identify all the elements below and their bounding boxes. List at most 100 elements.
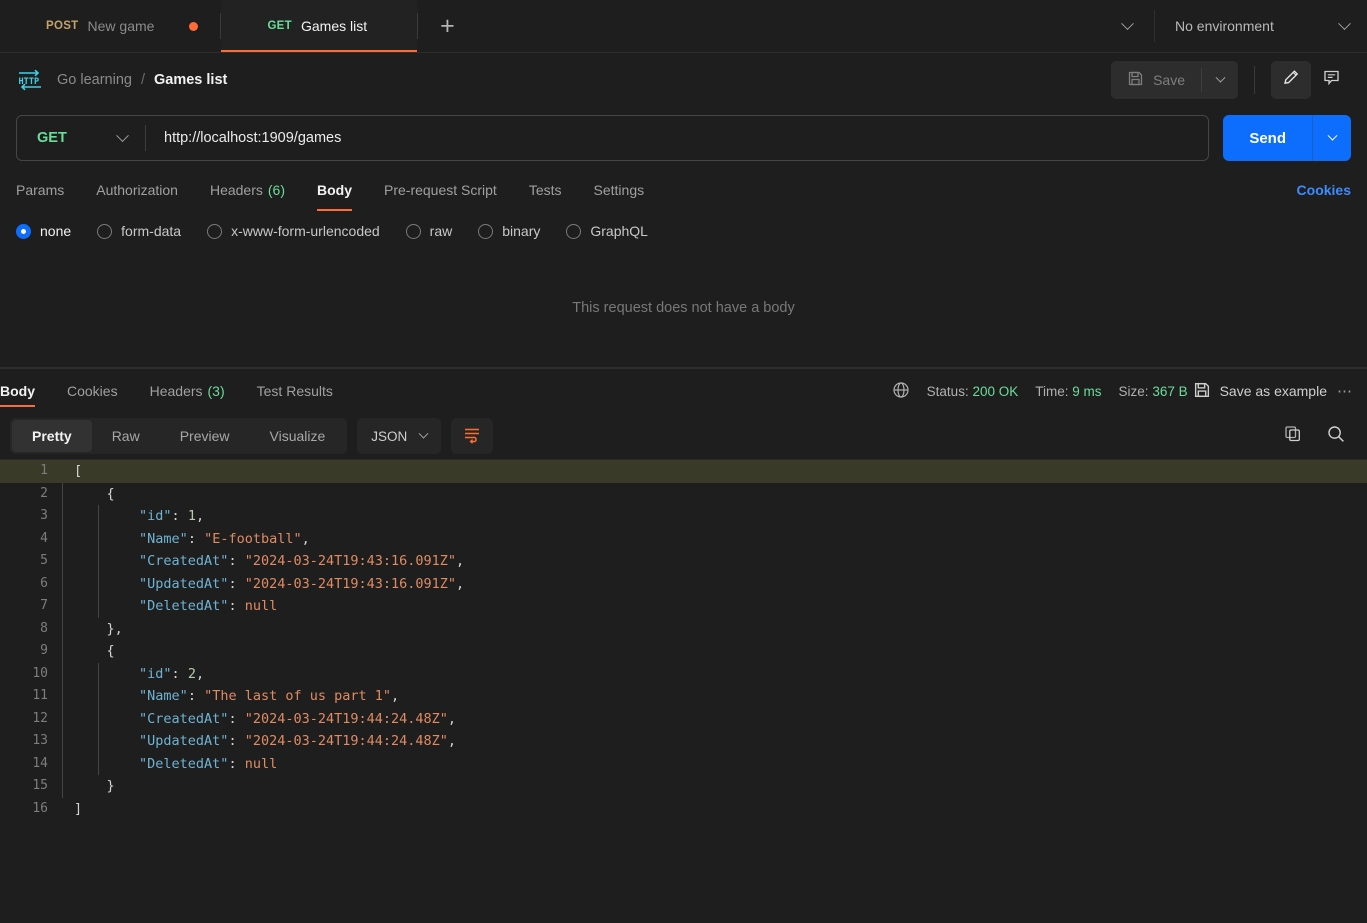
- new-tab-button[interactable]: +: [418, 0, 476, 52]
- request-tab-new-game[interactable]: POST New game: [0, 0, 220, 52]
- code-line-content: "UpdatedAt": "2024-03-24T19:44:24.48Z",: [62, 730, 1367, 753]
- cookies-link[interactable]: Cookies: [1297, 182, 1351, 198]
- code-token: ,: [391, 688, 400, 704]
- response-tab-body[interactable]: Body: [0, 369, 51, 413]
- body-type-radio-none[interactable]: none: [16, 223, 71, 239]
- code-token: :: [187, 530, 205, 547]
- tabstrip-right-controls: No environment: [1100, 0, 1367, 52]
- response-tab-test-results[interactable]: Test Results: [241, 369, 349, 413]
- send-button[interactable]: Send: [1223, 115, 1312, 161]
- code-line-content: "UpdatedAt": "2024-03-24T19:43:16.091Z",: [62, 572, 1367, 595]
- globe-icon: [892, 381, 910, 402]
- body-type-radio-form-data[interactable]: form-data: [97, 223, 181, 239]
- url-input[interactable]: http://localhost:1909/games: [146, 116, 1208, 160]
- request-tab-tests[interactable]: Tests: [513, 169, 578, 211]
- request-tab-games-list[interactable]: GET Games list: [221, 0, 418, 52]
- request-tab-authorization[interactable]: Authorization: [80, 169, 194, 211]
- code-token: ,: [301, 530, 310, 547]
- indent-guide: [62, 730, 63, 753]
- json-code-block: 1[2 {3 "id": 1, 4 "Name": "E-football", 5 …: [0, 460, 1367, 820]
- save-button[interactable]: Save: [1111, 61, 1201, 99]
- code-line-content: ]: [62, 798, 1367, 821]
- comments-button[interactable]: [1311, 61, 1351, 99]
- line-number: 1: [40, 463, 48, 478]
- svg-text:HTTP: HTTP: [19, 77, 40, 87]
- line-number: 15: [32, 778, 48, 793]
- body-type-radio-GraphQL[interactable]: GraphQL: [566, 223, 648, 239]
- breadcrumb-row: HTTP Go learning / Games list Save: [0, 53, 1367, 107]
- unsaved-changes-dot: [189, 21, 199, 31]
- response-body-viewer[interactable]: 1[2 {3 "id": 1, 4 "Name": "E-football", 5 …: [0, 459, 1367, 833]
- code-line: 14 "DeletedAt": null: [0, 752, 1367, 775]
- request-tab-settings[interactable]: Settings: [578, 169, 661, 211]
- divider: [1254, 66, 1255, 94]
- body-type-radio-x-www-form-urlencoded[interactable]: x-www-form-urlencoded: [207, 223, 380, 239]
- code-line: 11 "Name": "The last of us part 1",: [0, 685, 1367, 708]
- indent-guide: [98, 505, 99, 528]
- indent-guide: [98, 730, 99, 753]
- response-tab-headers[interactable]: Headers (3): [134, 369, 241, 413]
- format-tab-pretty[interactable]: Pretty: [12, 420, 92, 452]
- code-line: 13 "UpdatedAt": "2024-03-24T19:44:24.48Z…: [0, 730, 1367, 753]
- tab-list-dropdown-button[interactable]: [1100, 0, 1154, 52]
- body-type-radio-binary[interactable]: binary: [478, 223, 540, 239]
- radio-circle-icon: [405, 223, 421, 239]
- save-options-button[interactable]: [1202, 61, 1238, 99]
- code-line: 16]: [0, 798, 1367, 821]
- tab-method-label: POST: [46, 20, 79, 32]
- code-token: ,: [447, 733, 457, 749]
- response-more-options-button[interactable]: ⋯: [1337, 382, 1353, 400]
- request-tab-headers[interactable]: Headers (6): [194, 169, 301, 211]
- empty-body-message: This request does not have a body: [572, 300, 795, 316]
- tab-label: Headers: [209, 182, 263, 198]
- code-token: }: [74, 778, 115, 794]
- code-token: "2024-03-24T19:44:24.48Z": [244, 710, 448, 727]
- code-token: :: [171, 508, 188, 524]
- code-line: 12 "CreatedAt": "2024-03-24T19:44:24.48Z…: [0, 707, 1367, 730]
- code-line: 8 },: [0, 617, 1367, 640]
- code-token: 2: [187, 665, 196, 682]
- line-number: 10: [32, 665, 48, 681]
- code-token: "id": [139, 508, 172, 524]
- url-bar-row: GET http://localhost:1909/games Send: [0, 107, 1367, 169]
- line-number: 2: [40, 485, 48, 501]
- body-type-radio-raw[interactable]: raw: [405, 223, 452, 239]
- search-response-button[interactable]: [1319, 419, 1353, 453]
- code-token: :: [228, 710, 245, 727]
- breadcrumb-parent[interactable]: Go learning: [57, 72, 132, 88]
- request-tab-body[interactable]: Body: [301, 169, 368, 211]
- tab-name-label: New game: [87, 18, 155, 34]
- environment-selector[interactable]: No environment: [1155, 0, 1367, 52]
- copy-response-button[interactable]: [1275, 419, 1309, 453]
- wrap-lines-button[interactable]: [451, 418, 494, 454]
- status-badge: Status: 200 OK: [927, 384, 1019, 399]
- response-section-tabs: Body Cookies Headers (3) Test Results: [0, 369, 349, 413]
- request-tab-pre-request-script[interactable]: Pre-request Script: [368, 169, 513, 211]
- code-token: },: [74, 620, 123, 637]
- response-tab-cookies[interactable]: Cookies: [51, 369, 134, 413]
- save-as-example-button[interactable]: Save as example: [1193, 381, 1327, 402]
- chevron-down-icon: [1338, 16, 1351, 30]
- http-method-select[interactable]: GET: [17, 116, 145, 160]
- format-tab-preview[interactable]: Preview: [160, 420, 250, 452]
- indent-guide: [98, 527, 99, 550]
- code-line: 15 }: [0, 775, 1367, 798]
- code-token: "Name": [139, 688, 188, 704]
- indent-guide: [98, 752, 99, 775]
- radio-circle-icon: [16, 223, 31, 239]
- code-line-content: "Name": "The last of us part 1",: [62, 685, 1367, 708]
- size-value: 367 B: [1152, 383, 1188, 399]
- code-line-content: {: [62, 640, 1367, 663]
- format-tab-visualize[interactable]: Visualize: [250, 420, 346, 452]
- tab-label: Test Results: [256, 383, 333, 399]
- edit-request-button[interactable]: [1271, 61, 1311, 99]
- request-tab-params[interactable]: Params: [16, 169, 80, 211]
- format-tab-raw[interactable]: Raw: [92, 420, 160, 452]
- send-options-button[interactable]: [1313, 115, 1351, 161]
- response-language-select[interactable]: JSON: [357, 418, 442, 454]
